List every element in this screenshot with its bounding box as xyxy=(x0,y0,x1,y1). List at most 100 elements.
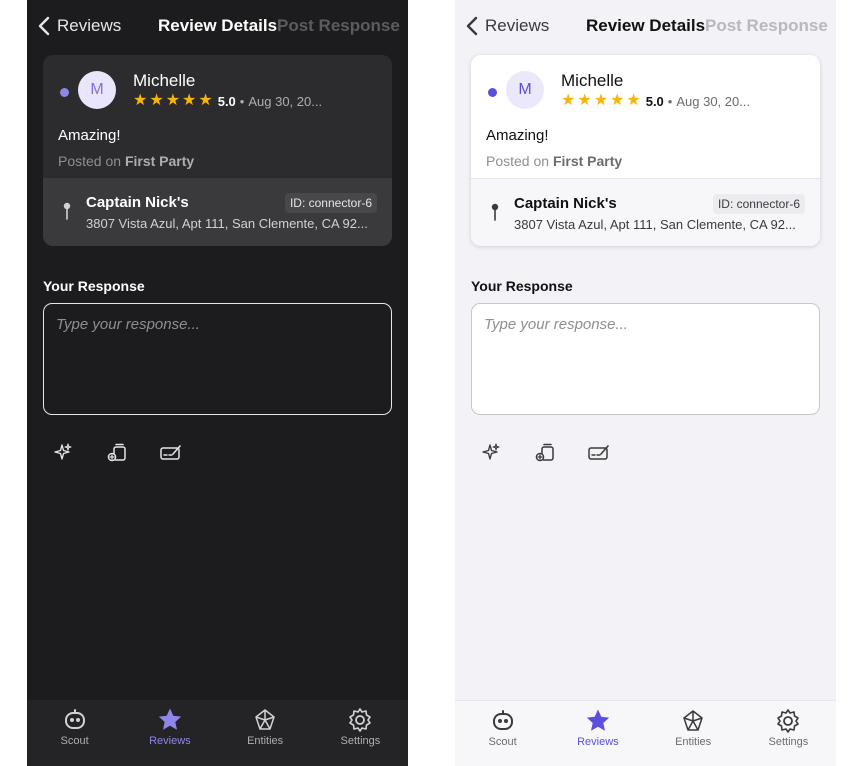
review-date: Aug 30, 20... xyxy=(248,93,323,109)
review-details-screen-light: Reviews Review Details Post Response M M… xyxy=(455,0,836,766)
location-row[interactable]: Captain Nick's ID: connector-6 3807 Vist… xyxy=(471,178,820,246)
avatar: M xyxy=(506,71,544,109)
pin-icon xyxy=(491,203,499,221)
post-response-button[interactable]: Post Response xyxy=(277,16,400,36)
tab-scout[interactable]: Scout xyxy=(27,700,122,766)
review-details-screen-dark: Reviews Review Details Post Response M M… xyxy=(27,0,408,766)
unread-dot xyxy=(60,88,69,97)
unread-dot xyxy=(488,88,497,97)
ai-suggest-button[interactable] xyxy=(51,440,75,464)
star-icon: ★ xyxy=(133,92,148,109)
sparkles-icon xyxy=(482,443,500,460)
tab-label: Reviews xyxy=(577,736,619,748)
posted-on: Posted on First Party xyxy=(486,153,622,169)
post-response-button[interactable]: Post Response xyxy=(705,16,828,36)
tab-entities[interactable]: Entities xyxy=(218,700,313,766)
star-icon: ★ xyxy=(610,92,625,109)
platform-name: First Party xyxy=(552,153,623,169)
chevron-left-icon xyxy=(38,16,50,36)
tab-settings[interactable]: Settings xyxy=(741,701,836,766)
star-icon xyxy=(586,709,610,731)
tab-reviews[interactable]: Reviews xyxy=(550,701,645,766)
reviewer-name: Michelle xyxy=(133,71,196,90)
rating-row: ★ ★ ★ ★ ★ 5.0 • Aug 30, 20... xyxy=(561,93,750,109)
tab-entities[interactable]: Entities xyxy=(646,701,741,766)
platform-name: First Party xyxy=(124,153,195,169)
review-comment: Amazing! xyxy=(58,127,121,144)
star-icon: ★ xyxy=(165,92,181,109)
nav-header: Reviews Review Details Post Response xyxy=(455,0,836,52)
separator: • xyxy=(667,93,673,109)
signature-button[interactable] xyxy=(587,440,611,464)
network-icon xyxy=(683,710,703,731)
posted-on: Posted on First Party xyxy=(58,153,194,169)
response-toolbar xyxy=(51,440,213,464)
separator: • xyxy=(239,93,245,109)
pin-icon xyxy=(63,202,71,220)
location-name: Captain Nick's xyxy=(514,195,617,212)
response-toolbar xyxy=(479,440,641,464)
posted-prefix: Posted on xyxy=(58,153,122,169)
back-label: Reviews xyxy=(485,16,550,35)
signature-icon xyxy=(588,445,609,460)
chevron-left-icon xyxy=(466,16,478,36)
star-icon: ★ xyxy=(577,92,592,109)
tab-label: Scout xyxy=(60,735,89,747)
reviewer-name: Michelle xyxy=(561,71,624,90)
tab-label: Settings xyxy=(768,736,809,748)
review-comment: Amazing! xyxy=(486,127,549,144)
tab-label: Reviews xyxy=(149,735,191,747)
tab-reviews[interactable]: Reviews xyxy=(122,700,217,766)
tab-label: Settings xyxy=(340,735,381,747)
tab-settings[interactable]: Settings xyxy=(313,700,408,766)
star-rating: ★ ★ ★ ★ ★ xyxy=(133,93,213,109)
gear-icon xyxy=(777,709,800,733)
rating-value: 5.0 xyxy=(217,93,236,109)
location-row[interactable]: Captain Nick's ID: connector-6 3807 Vist… xyxy=(43,178,392,246)
tab-label: Entities xyxy=(675,736,712,748)
review-card: M Michelle ★ ★ ★ ★ ★ 5.0 • Aug 30, 20... Ama… xyxy=(471,55,820,246)
review-date: Aug 30, 20... xyxy=(676,93,751,109)
star-icon: ★ xyxy=(182,92,197,109)
nav-header: Reviews Review Details Post Response xyxy=(27,0,408,52)
back-label: Reviews xyxy=(57,16,122,35)
review-card: M Michelle ★ ★ ★ ★ ★ 5.0 • Aug 30, 20... Ama… xyxy=(43,55,392,246)
star-icon: ★ xyxy=(626,92,641,109)
add-template-icon xyxy=(535,443,554,462)
tab-bar: Scout Reviews Entities Settings xyxy=(27,700,408,766)
response-input[interactable] xyxy=(471,303,820,415)
location-id-badge: ID: connector-6 xyxy=(712,194,805,214)
gear-icon xyxy=(349,708,372,732)
star-icon: ★ xyxy=(593,92,609,109)
rating-row: ★ ★ ★ ★ ★ 5.0 • Aug 30, 20... xyxy=(133,93,322,109)
tab-bar: Scout Reviews Entities Settings xyxy=(455,700,836,766)
star-rating: ★ ★ ★ ★ ★ xyxy=(561,93,641,109)
robot-icon xyxy=(492,710,513,730)
tab-label: Entities xyxy=(247,735,284,747)
signature-button[interactable] xyxy=(159,440,183,464)
page-title: Review Details xyxy=(586,16,706,35)
location-id-badge: ID: connector-6 xyxy=(284,193,377,213)
avatar: M xyxy=(78,71,116,109)
robot-icon xyxy=(64,709,85,729)
response-input[interactable] xyxy=(43,303,392,415)
add-template-icon xyxy=(107,443,126,462)
network-icon xyxy=(255,709,275,730)
star-icon: ★ xyxy=(561,92,576,109)
star-icon xyxy=(158,708,182,730)
page-title: Review Details xyxy=(158,16,278,35)
tab-label: Scout xyxy=(488,736,517,748)
response-label: Your Response xyxy=(471,278,573,294)
location-address: 3807 Vista Azul, Apt 111, San Clemente, … xyxy=(86,216,368,231)
add-template-button[interactable] xyxy=(105,440,129,464)
location-name: Captain Nick's xyxy=(86,194,189,211)
back-button[interactable]: Reviews xyxy=(37,14,121,38)
star-icon: ★ xyxy=(198,92,213,109)
add-template-button[interactable] xyxy=(533,440,557,464)
posted-prefix: Posted on xyxy=(486,153,550,169)
tab-scout[interactable]: Scout xyxy=(455,701,550,766)
star-icon: ★ xyxy=(149,92,164,109)
back-button[interactable]: Reviews xyxy=(465,14,549,38)
ai-suggest-button[interactable] xyxy=(479,440,503,464)
signature-icon xyxy=(160,445,181,460)
